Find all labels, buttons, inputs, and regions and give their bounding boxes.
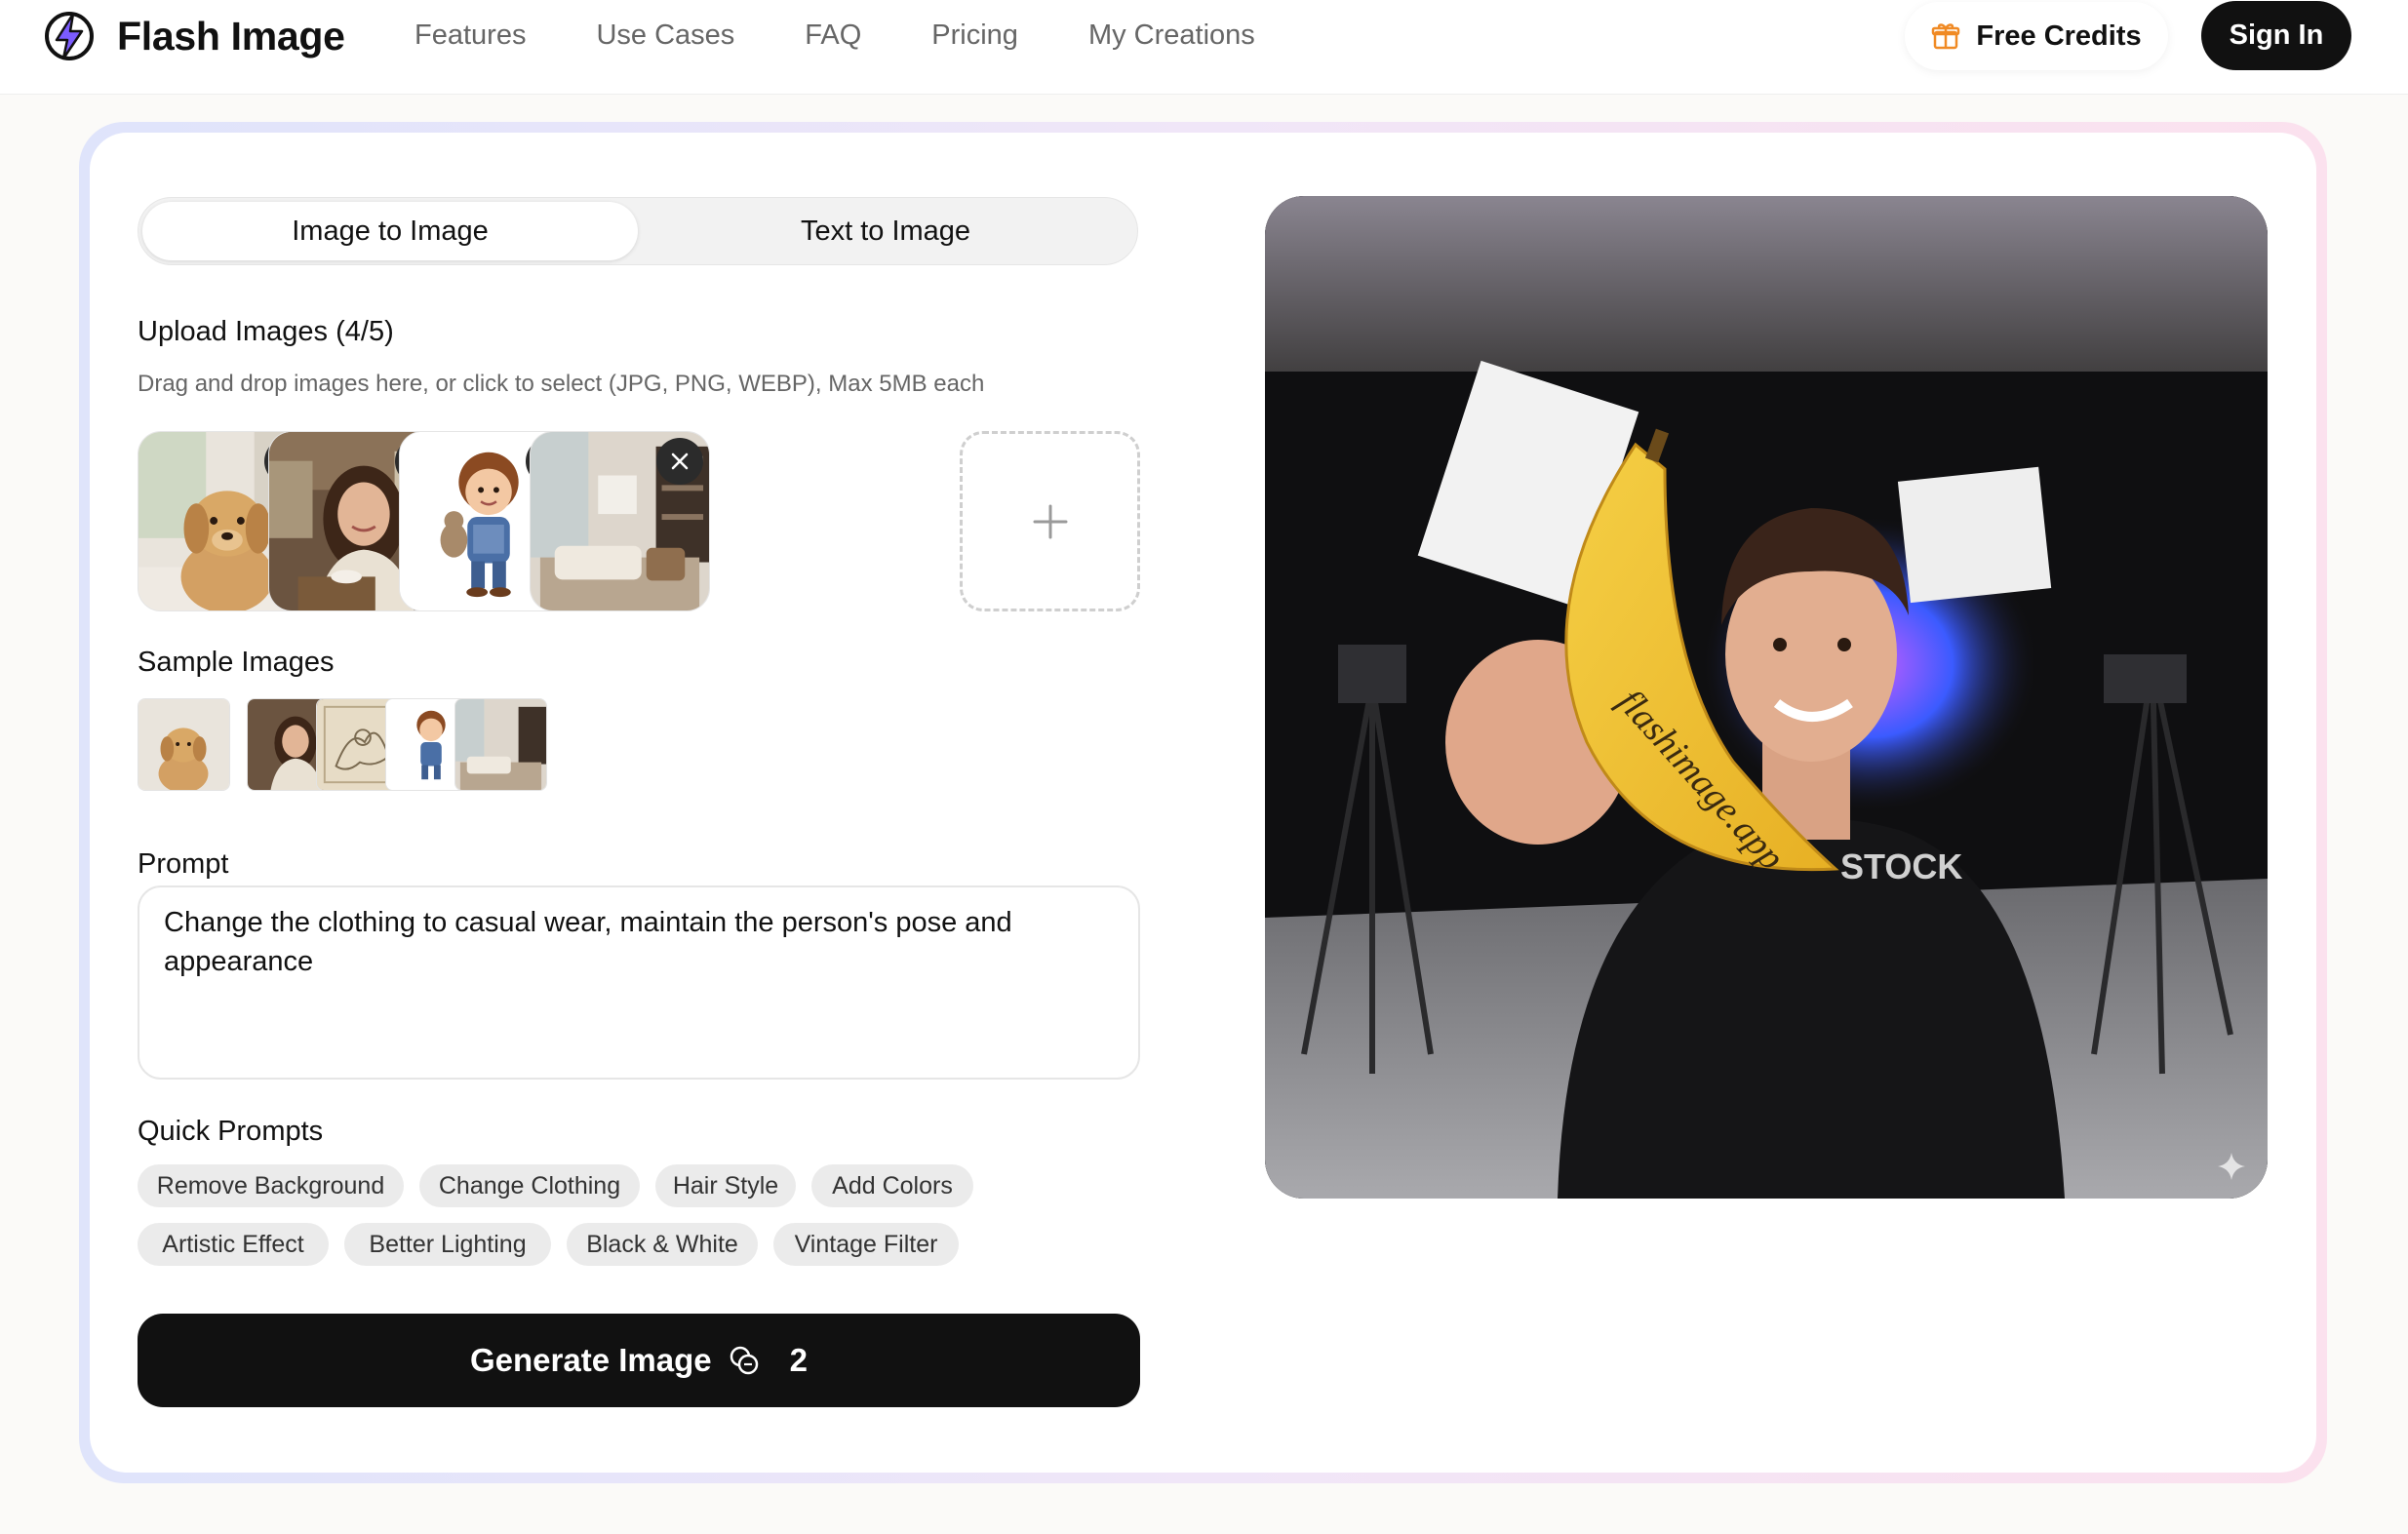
tab-text-to-image[interactable]: Text to Image bbox=[638, 202, 1133, 260]
sample-room-image bbox=[455, 699, 546, 790]
free-credits-button[interactable]: Free Credits bbox=[1905, 2, 2168, 70]
samples-title: Sample Images bbox=[138, 647, 335, 678]
brand[interactable]: Flash Image bbox=[43, 10, 345, 62]
sample-image-dog[interactable] bbox=[138, 698, 230, 791]
credits-coins-icon bbox=[730, 1346, 758, 1375]
quick-prompt-artistic-effect[interactable]: Artistic Effect bbox=[138, 1223, 329, 1266]
nav-link-pricing[interactable]: Pricing bbox=[931, 20, 1018, 52]
sparkle-icon bbox=[2218, 1153, 2245, 1180]
generate-image-button[interactable]: Generate Image 2 bbox=[138, 1314, 1140, 1407]
hoodie-text: STOCK bbox=[1840, 846, 1962, 886]
sample-dog-image bbox=[138, 699, 229, 790]
quick-prompt-better-lighting[interactable]: Better Lighting bbox=[344, 1223, 551, 1266]
nav-link-use-cases[interactable]: Use Cases bbox=[596, 20, 734, 52]
generate-cost: 2 bbox=[789, 1342, 808, 1378]
sign-in-button[interactable]: Sign In bbox=[2201, 1, 2351, 70]
mode-tabs: Image to Image Text to Image bbox=[138, 197, 1138, 265]
remove-image-button[interactable] bbox=[656, 438, 703, 485]
gift-icon bbox=[1932, 23, 1960, 50]
result-preview: STOCK flashimage.app bbox=[1265, 196, 2268, 1199]
quick-prompt-change-clothing[interactable]: Change Clothing bbox=[419, 1164, 640, 1207]
quick-prompt-vintage-filter[interactable]: Vintage Filter bbox=[773, 1223, 959, 1266]
upload-hint: Drag and drop images here, or click to s… bbox=[138, 371, 985, 397]
close-icon bbox=[671, 452, 689, 470]
quick-prompt-black-white[interactable]: Black & White bbox=[567, 1223, 758, 1266]
top-nav: Flash Image Features Use Cases FAQ Prici… bbox=[0, 0, 2408, 95]
plus-icon bbox=[1033, 504, 1067, 538]
generator-card-border: Image to Image Text to Image Upload Imag… bbox=[79, 122, 2327, 1483]
tab-image-to-image[interactable]: Image to Image bbox=[142, 202, 638, 260]
quick-prompt-add-colors[interactable]: Add Colors bbox=[811, 1164, 973, 1207]
sample-image-living-room[interactable] bbox=[454, 698, 547, 791]
quick-prompts-title: Quick Prompts bbox=[138, 1116, 324, 1147]
free-credits-label: Free Credits bbox=[1976, 20, 2142, 52]
add-image-button[interactable] bbox=[960, 431, 1140, 611]
nav-link-faq[interactable]: FAQ bbox=[805, 20, 861, 52]
flash-logo-icon bbox=[45, 12, 94, 60]
uploaded-image-living-room[interactable] bbox=[530, 431, 710, 611]
quick-prompt-remove-background[interactable]: Remove Background bbox=[138, 1164, 404, 1207]
generate-label: Generate Image bbox=[470, 1342, 712, 1378]
nav-link-features[interactable]: Features bbox=[414, 20, 526, 52]
nav-links: Features Use Cases FAQ Pricing My Creati… bbox=[414, 20, 1325, 52]
quick-prompt-hair-style[interactable]: Hair Style bbox=[655, 1164, 796, 1207]
brand-name: Flash Image bbox=[117, 13, 345, 59]
preview-image: STOCK flashimage.app bbox=[1265, 196, 2268, 1199]
prompt-label: Prompt bbox=[138, 848, 229, 880]
prompt-textarea[interactable]: Change the clothing to casual wear, main… bbox=[138, 885, 1140, 1080]
upload-title: Upload Images (4/5) bbox=[138, 316, 394, 347]
generator-card: Image to Image Text to Image Upload Imag… bbox=[90, 133, 2316, 1473]
nav-link-my-creations[interactable]: My Creations bbox=[1088, 20, 1255, 52]
